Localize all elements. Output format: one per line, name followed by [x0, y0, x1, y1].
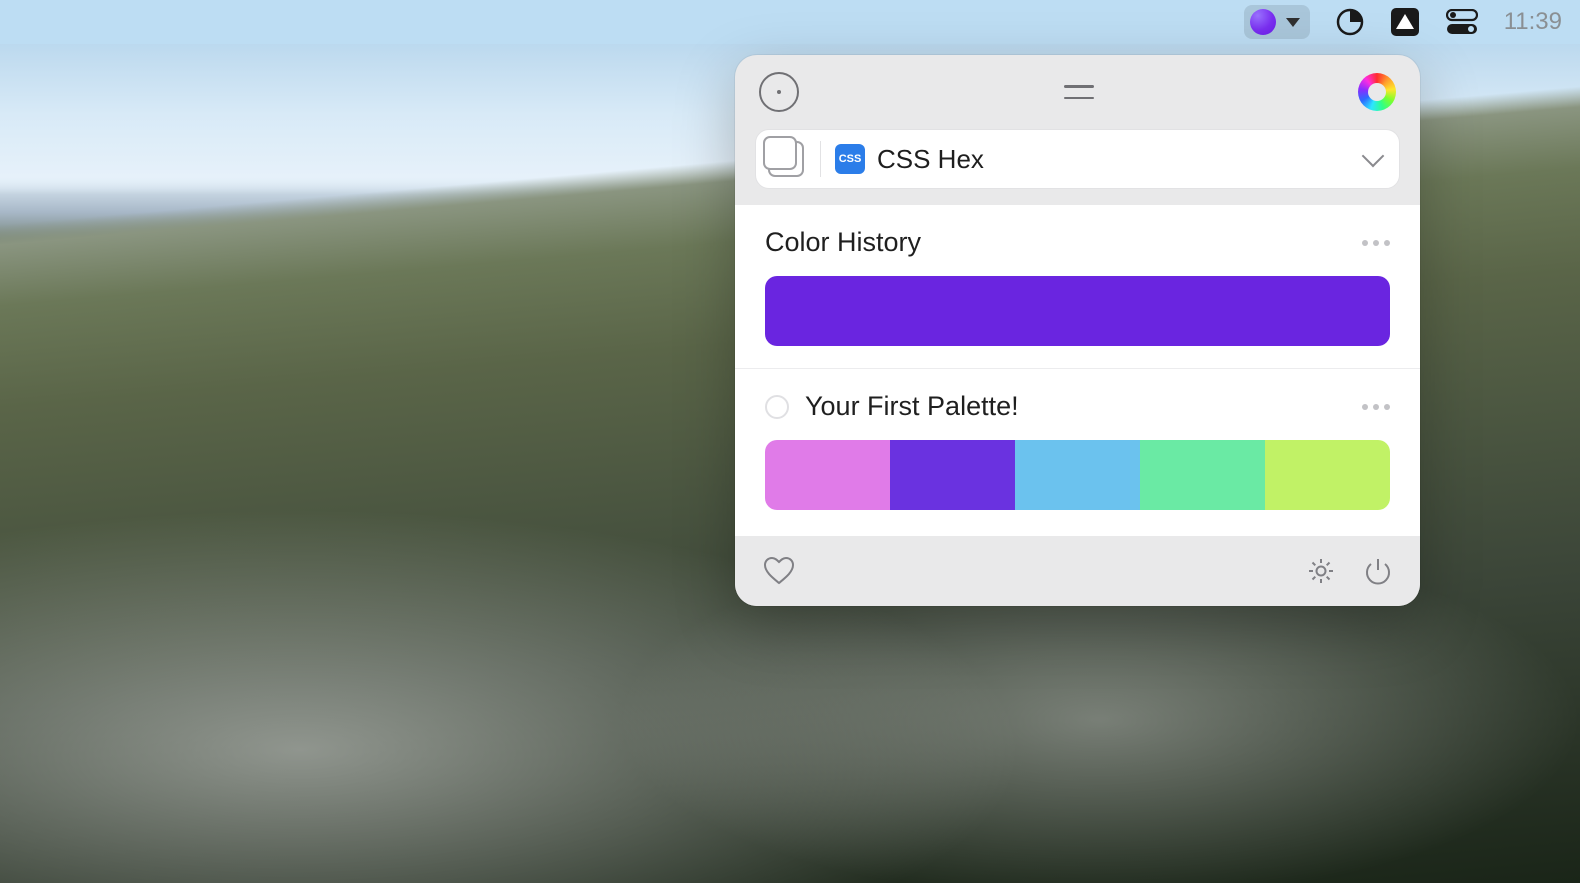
panel-footer	[735, 536, 1420, 606]
palette-row	[765, 440, 1390, 510]
history-title: Color History	[765, 227, 921, 258]
menubar-clock[interactable]: 11:39	[1504, 0, 1562, 44]
format-row: CSS CSS Hex	[735, 129, 1420, 205]
pie-icon	[1336, 8, 1364, 36]
palette-swatch[interactable]	[765, 440, 890, 510]
palette-header: Your First Palette!	[765, 391, 1390, 422]
chevron-down-icon	[1286, 18, 1300, 27]
toggles-icon	[1446, 9, 1478, 35]
menubar-control-center[interactable]	[1446, 0, 1478, 44]
dots-icon	[1362, 404, 1368, 410]
palette-indicator-icon	[765, 395, 789, 419]
history-row	[765, 276, 1390, 346]
gear-icon	[1309, 559, 1333, 583]
menubar-color-picker[interactable]	[1244, 0, 1310, 44]
panel-body: Color History Your First Palette!	[735, 205, 1420, 536]
history-more-button[interactable]	[1362, 240, 1390, 246]
color-picker-panel: CSS CSS Hex Color History Your First Pal…	[735, 55, 1420, 606]
copy-icon[interactable]	[768, 141, 804, 177]
menubar-drive-icon[interactable]	[1390, 0, 1420, 44]
palette-swatch[interactable]	[1140, 440, 1265, 510]
history-swatch[interactable]	[765, 276, 1390, 346]
color-wheel-button[interactable]	[1358, 73, 1396, 111]
format-selector[interactable]: CSS CSS Hex	[755, 129, 1400, 189]
eyedropper-button[interactable]	[759, 72, 799, 112]
palette-swatch[interactable]	[1265, 440, 1390, 510]
chevron-down-icon[interactable]	[1362, 145, 1385, 168]
dots-icon	[1362, 240, 1368, 246]
palette-more-button[interactable]	[1362, 404, 1390, 410]
power-button[interactable]	[1364, 556, 1392, 586]
history-header: Color History	[765, 227, 1390, 258]
power-icon	[1367, 559, 1389, 583]
palette-swatch[interactable]	[890, 440, 1015, 510]
menu-button[interactable]	[1064, 85, 1094, 99]
heart-icon	[765, 558, 793, 583]
menubar-pie-icon[interactable]	[1336, 0, 1364, 44]
palette-title: Your First Palette!	[805, 391, 1019, 422]
triangle-app-icon	[1390, 7, 1420, 37]
menubar: 11:39	[0, 0, 1580, 44]
format-label: CSS Hex	[877, 144, 1365, 175]
divider	[820, 141, 821, 177]
palette-swatch[interactable]	[1015, 440, 1140, 510]
css-badge-icon: CSS	[835, 144, 865, 174]
favorite-button[interactable]	[763, 556, 795, 586]
settings-button[interactable]	[1306, 556, 1336, 586]
divider	[735, 368, 1420, 369]
panel-header	[735, 55, 1420, 129]
current-color-icon	[1250, 9, 1276, 35]
eyedropper-icon	[777, 90, 781, 94]
hamburger-icon	[1064, 85, 1094, 88]
